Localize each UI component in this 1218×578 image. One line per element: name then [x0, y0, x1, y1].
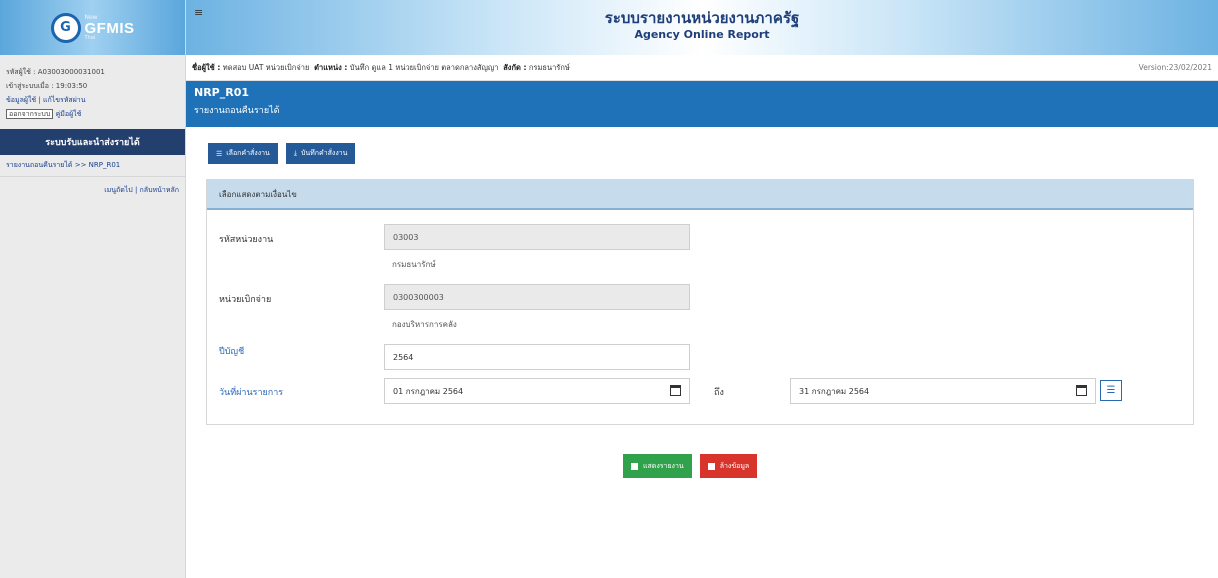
- date-label: วันที่ผ่านรายการ: [219, 388, 284, 398]
- profile-link[interactable]: ข้อมูลผู้ใช้: [6, 96, 36, 104]
- calendar-icon[interactable]: [670, 385, 681, 396]
- logo-name: GFMIS: [84, 19, 135, 37]
- user-id: รหัสผู้ใช้ : A03003000031001: [6, 68, 105, 76]
- show-report-button[interactable]: แสดงรายงาน: [623, 454, 692, 478]
- sidebar: G New GFMIS Thai รหัสผู้ใช้ : A030030000…: [0, 0, 186, 578]
- clear-button[interactable]: ล้างข้อมูล: [699, 454, 758, 478]
- header-banner: ≡ ระบบรายงานหน่วยงานภาครัฐ Agency Online…: [186, 0, 1218, 55]
- agency-field: 03003: [384, 224, 690, 250]
- position-label: ตำแหน่ง :: [314, 62, 348, 72]
- affiliation-value: กรมธนารักษ์: [528, 62, 570, 72]
- download-icon: ⤓: [293, 149, 297, 157]
- user-info: รหัสผู้ใช้ : A03003000031001 เข้าสู่ระบบ…: [0, 55, 185, 121]
- gfmis-logo: G New GFMIS Thai: [50, 12, 135, 43]
- disburse-label: หน่วยเบิกจ่าย: [219, 295, 272, 305]
- panel-title: เลือกแสดงตามเงื่อนไข: [207, 180, 1193, 210]
- user-manual-link[interactable]: คู่มือผู้ใช้: [56, 110, 82, 118]
- calendar-icon[interactable]: [1076, 385, 1087, 396]
- list-button[interactable]: ☰: [1100, 380, 1122, 401]
- show-report-label: แสดงรายงาน: [643, 462, 684, 470]
- agency-name: กรมธนารักษ์: [392, 260, 436, 269]
- filter-panel: เลือกแสดงตามเงื่อนไข รหัสหน่วยงาน 03003 …: [206, 179, 1194, 425]
- sidebar-item-nrp-r01[interactable]: รายงานถอนคืนรายได้ >> NRP_R01: [0, 155, 185, 177]
- list-icon: ☰: [216, 150, 223, 158]
- app-title: ระบบรายงานหน่วยงานภาครัฐ: [604, 9, 800, 27]
- date-from-value: 01 กรกฎาคม 2564: [393, 386, 464, 396]
- login-time: เข้าสู่ระบบเมื่อ : 19:03:50: [6, 82, 88, 90]
- select-program-button[interactable]: ☰ เลือกคำสั่งงาน: [208, 143, 278, 164]
- separator: |: [38, 96, 41, 104]
- date-to-input[interactable]: 31 กรกฎาคม 2564: [790, 378, 1096, 404]
- fiscal-year-label: ปีบัญชี: [219, 347, 245, 357]
- action-buttons: แสดงรายงาน ล้างข้อมูล: [623, 454, 758, 478]
- logout-button[interactable]: ออกจากระบบ: [6, 109, 54, 119]
- date-from-input[interactable]: 01 กรกฎาคม 2564: [384, 378, 690, 404]
- page-header: NRP_R01 รายงานถอนคืนรายได้: [186, 81, 1218, 127]
- affiliation-label: สังกัด :: [503, 62, 527, 72]
- clear-label: ล้างข้อมูล: [719, 462, 750, 470]
- menu-title: ระบบรับและนำส่งรายได้: [0, 129, 185, 155]
- logo-emblem-icon: G: [50, 12, 81, 43]
- page-title: รายงานถอนคืนรายได้: [194, 106, 280, 116]
- disburse-field: 0300300003: [384, 284, 690, 310]
- disburse-name: กองบริหารการคลัง: [392, 320, 457, 329]
- app-subtitle: Agency Online Report: [634, 28, 770, 41]
- fiscal-year-input[interactable]: 2564: [384, 344, 690, 370]
- report-icon: [631, 462, 638, 470]
- to-label: ถึง: [714, 388, 724, 398]
- version-label: Version:23/02/2021: [1138, 63, 1212, 72]
- change-password-link[interactable]: แก้ไขรหัสผ่าน: [43, 96, 86, 104]
- list-icon: ☰: [1106, 385, 1116, 396]
- page-code: NRP_R01: [194, 86, 250, 99]
- sidebar-nav-links[interactable]: เมนูถัดไป | กลับหน้าหลัก: [0, 177, 185, 204]
- agency-label: รหัสหน่วยงาน: [219, 235, 274, 245]
- date-to-value: 31 กรกฎาคม 2564: [799, 386, 870, 396]
- eraser-icon: [707, 462, 715, 470]
- save-program-label: บันทึกคำสั่งงาน: [300, 150, 348, 157]
- toolbar: ☰ เลือกคำสั่งงาน ⤓ บันทึกคำสั่งงาน: [208, 143, 356, 164]
- logo-area: G New GFMIS Thai: [0, 0, 185, 55]
- name-label: ชื่อผู้ใช้ :: [192, 62, 221, 72]
- name-value: ทดสอบ UAT หน่วยเบิกจ่าย: [222, 62, 310, 72]
- save-program-button[interactable]: ⤓ บันทึกคำสั่งงาน: [285, 143, 356, 164]
- position-value: บันทึก ดูแล 1 หน่วยเบิกจ่าย ตลาดกลางสัญญ…: [349, 62, 499, 72]
- main-content: ☰ เลือกคำสั่งงาน ⤓ บันทึกคำสั่งงาน เลือก…: [186, 127, 1218, 578]
- user-bar: ชื่อผู้ใช้ : ทดสอบ UAT หน่วยเบิกจ่าย ตำแ…: [186, 55, 1218, 81]
- select-program-label: เลือกคำสั่งงาน: [226, 150, 270, 157]
